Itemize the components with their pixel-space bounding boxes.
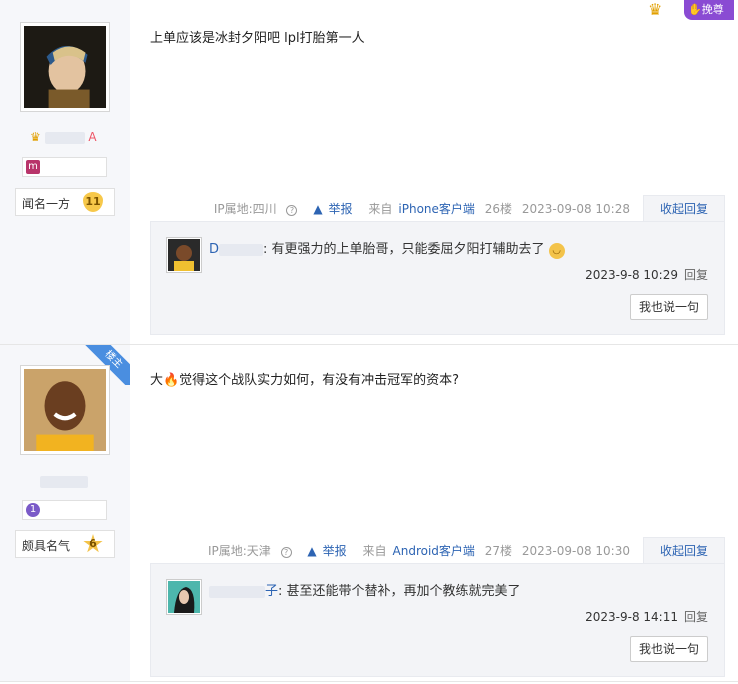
smile-icon: ◡ — [548, 243, 565, 259]
help-icon[interactable]: ? — [286, 205, 298, 216]
avatar-image — [24, 369, 106, 451]
author-name[interactable] — [30, 474, 100, 488]
client-info: 来自 iPhone客户端 — [368, 202, 475, 216]
reply-time: 2023-9-8 14:11 回复 — [585, 610, 708, 624]
level-star-icon: 6 — [83, 534, 103, 553]
help-icon[interactable]: ? — [280, 547, 292, 558]
tag-icon: 1 — [26, 503, 40, 517]
reply-button[interactable]: 回复 — [684, 610, 708, 624]
reply-user-blur — [209, 585, 265, 598]
author-name-blur — [44, 131, 85, 144]
reply-avatar-image — [168, 239, 200, 271]
reply-text: D: 有更强力的上单胎哥，只能委屈夕阳打辅助去了 ◡ — [209, 238, 565, 259]
author-sidebar: 楼主 1 颇具名气 6 — [0, 345, 130, 681]
client-link[interactable]: Android客户端 — [393, 544, 475, 558]
post-content: 上单应该是冰封夕阳吧 lpl打胎第一人 — [150, 31, 365, 46]
reply-text: 子: 甚至还能带个替补，再加个教练就完美了 — [209, 580, 521, 599]
reply-avatar-image — [168, 581, 200, 613]
avatar-image — [24, 26, 106, 108]
collapse-replies-button[interactable]: 收起回复 — [643, 195, 725, 221]
ip-location: IP属地:四川 — [213, 202, 277, 216]
post-time: 2023-09-08 10:30 — [521, 544, 630, 558]
reply-time: 2023-9-8 10:29 回复 — [585, 268, 708, 282]
reply-user[interactable]: 子 — [209, 584, 278, 599]
collapse-replies-button[interactable]: 收起回复 — [643, 537, 725, 563]
author-sidebar: ♛ A m 闻名一方 11 — [0, 0, 130, 344]
author-avatar[interactable] — [20, 365, 110, 455]
say-something-button[interactable]: 我也说一句 — [630, 294, 708, 320]
warning-icon: ▲ — [307, 544, 317, 558]
floor-number: 27楼 — [484, 544, 513, 558]
m-icon: m — [26, 160, 40, 174]
post-time: 2023-09-08 10:28 — [521, 202, 630, 216]
author-avatar[interactable] — [20, 22, 110, 112]
say-something-button[interactable]: 我也说一句 — [630, 636, 708, 662]
report-link[interactable]: ▲ 举报 — [301, 544, 346, 558]
reply-avatar[interactable] — [166, 579, 202, 615]
reply-avatar[interactable] — [166, 237, 202, 273]
author-tag-box: m — [22, 157, 107, 177]
reply-button[interactable]: 回复 — [684, 268, 708, 282]
reply-user-blur — [219, 243, 264, 256]
post-26: ♛ A m 闻名一方 11 上单应该是冰封夕阳吧 lpl打胎第一人 IP属地:四… — [0, 0, 738, 345]
level-title: 颇具名气 — [22, 539, 71, 553]
client-link[interactable]: iPhone客户端 — [398, 202, 475, 216]
author-tag-box: 1 — [22, 500, 107, 520]
floor-number: 26楼 — [484, 202, 513, 216]
level-heart-icon: 11 — [83, 192, 103, 212]
author-name-blur — [40, 475, 88, 488]
author-name[interactable]: ♛ A — [30, 130, 100, 144]
reply-box: 子: 甚至还能带个替补，再加个教练就完美了 2023-9-8 14:11 回复 我… — [150, 563, 725, 677]
reply-user[interactable]: D — [209, 242, 264, 257]
level-title: 闻名一方 — [22, 197, 71, 211]
post-meta: IP属地:四川 ? ▲ 举报 来自 iPhone客户端 26楼 2023-09-08… — [150, 195, 725, 221]
reply-box: D: 有更强力的上单胎哥，只能委屈夕阳打辅助去了 ◡ 2023-9-8 10:2… — [150, 221, 725, 335]
warning-icon: ▲ — [313, 202, 323, 216]
level-box[interactable]: 闻名一方 11 — [15, 188, 115, 216]
client-info: 来自 Android客户端 — [362, 544, 475, 558]
badge-icon: ♛ — [30, 130, 41, 144]
post-content: 大🔥觉得这个战队实力如何，有没有冲击冠军的资本? — [150, 373, 460, 388]
post-meta: IP属地:天津 ? ▲ 举报 来自 Android客户端 27楼 2023-09-0… — [150, 537, 725, 563]
level-box[interactable]: 颇具名气 6 — [15, 530, 115, 558]
post-27: 楼主 1 颇具名气 6 大🔥觉得这个战队实力如何，有没有冲击冠军的资本? IP属… — [0, 345, 738, 682]
report-link[interactable]: ▲ 举报 — [307, 202, 352, 216]
ip-location: IP属地:天津 — [207, 544, 271, 558]
